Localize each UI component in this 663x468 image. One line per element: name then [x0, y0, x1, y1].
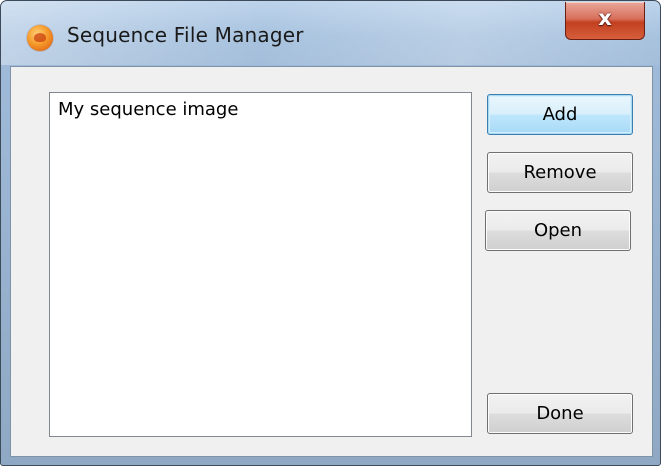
- add-button[interactable]: Add: [487, 94, 633, 135]
- open-button[interactable]: Open: [485, 210, 631, 251]
- dialog-client-area: My sequence image Add Remove Open Done: [10, 66, 653, 457]
- remove-button[interactable]: Remove: [487, 152, 633, 193]
- list-item[interactable]: My sequence image: [58, 99, 238, 120]
- app-icon: [27, 25, 53, 51]
- close-button[interactable]: x: [565, 2, 645, 40]
- title-bar[interactable]: Sequence File Manager x: [1, 1, 660, 65]
- done-button[interactable]: Done: [487, 393, 633, 434]
- sequence-file-list[interactable]: My sequence image: [49, 92, 472, 437]
- dialog-window: Sequence File Manager x My sequence imag…: [0, 0, 661, 466]
- close-icon: x: [598, 6, 612, 30]
- window-title: Sequence File Manager: [67, 23, 304, 47]
